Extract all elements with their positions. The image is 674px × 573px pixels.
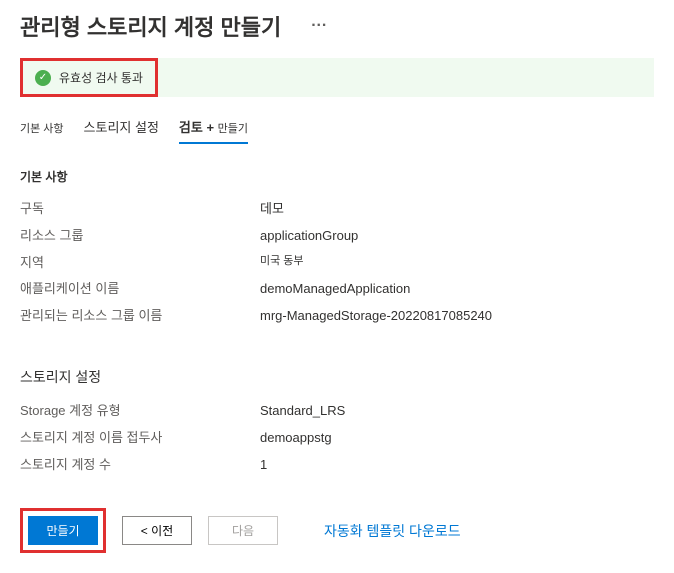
label-resource-group: 리소스 그룹 <box>20 226 260 247</box>
label-storage-prefix: 스토리지 계정 이름 접두사 <box>20 428 260 449</box>
label-region: 지역 <box>20 253 260 274</box>
tab-create-sublabel: 만들기 <box>218 123 248 135</box>
detail-row: 애플리케이션 이름 demoManagedApplication <box>20 279 654 300</box>
validation-message: 유효성 검사 통과 <box>59 69 143 86</box>
create-button[interactable]: 만들기 <box>28 516 98 545</box>
tabs: 기본 사항 스토리지 설정 검토 + 만들기 <box>20 117 654 144</box>
value-storage-prefix: demoappstg <box>260 428 332 449</box>
validation-highlight: ✓ 유효성 검사 통과 <box>20 58 158 97</box>
detail-row: 스토리지 계정 이름 접두사 demoappstg <box>20 428 654 449</box>
download-template-link[interactable]: 자동화 템플릿 다운로드 <box>324 521 461 541</box>
footer: 만들기 < 이전 다음 자동화 템플릿 다운로드 <box>20 508 461 553</box>
label-storage-count: 스토리지 계정 수 <box>20 455 260 476</box>
section-storage-heading: 스토리지 설정 <box>20 367 654 387</box>
detail-row: 리소스 그룹 applicationGroup <box>20 226 654 247</box>
tab-review-label: 검토 + <box>179 120 214 135</box>
create-button-highlight: 만들기 <box>20 508 106 553</box>
check-icon: ✓ <box>35 70 51 86</box>
value-account-type: Standard_LRS <box>260 401 345 422</box>
label-account-type: Storage 계정 유형 <box>20 401 260 422</box>
detail-row: 스토리지 계정 수 1 <box>20 455 654 476</box>
label-app-name: 애플리케이션 이름 <box>20 279 260 300</box>
page-title-text: 관리형 스토리지 계정 만들기 <box>20 10 281 42</box>
tab-basic[interactable]: 기본 사항 <box>20 120 64 142</box>
detail-row: Storage 계정 유형 Standard_LRS <box>20 401 654 422</box>
value-resource-group: applicationGroup <box>260 226 358 247</box>
value-storage-count: 1 <box>260 455 267 476</box>
validation-banner: ✓ 유효성 검사 통과 <box>20 58 654 97</box>
page-title: 관리형 스토리지 계정 만들기 ··· <box>20 10 654 42</box>
tab-review-create[interactable]: 검토 + 만들기 <box>179 117 248 144</box>
previous-button[interactable]: < 이전 <box>122 516 192 545</box>
label-managed-rg: 관리되는 리소스 그룹 이름 <box>20 306 260 327</box>
value-managed-rg: mrg-ManagedStorage-20220817085240 <box>260 306 492 327</box>
value-region: 미국 동부 <box>260 253 304 274</box>
value-subscription: 데모 <box>260 199 284 220</box>
detail-row: 구독 데모 <box>20 199 654 220</box>
value-app-name: demoManagedApplication <box>260 279 410 300</box>
detail-row: 지역 미국 동부 <box>20 253 654 274</box>
section-basic-heading: 기본 사항 <box>20 168 654 185</box>
next-button: 다음 <box>208 516 278 545</box>
tab-storage[interactable]: 스토리지 설정 <box>84 117 159 142</box>
ellipsis-icon[interactable]: ··· <box>311 17 327 35</box>
detail-row: 관리되는 리소스 그룹 이름 mrg-ManagedStorage-202208… <box>20 306 654 327</box>
label-subscription: 구독 <box>20 199 260 220</box>
